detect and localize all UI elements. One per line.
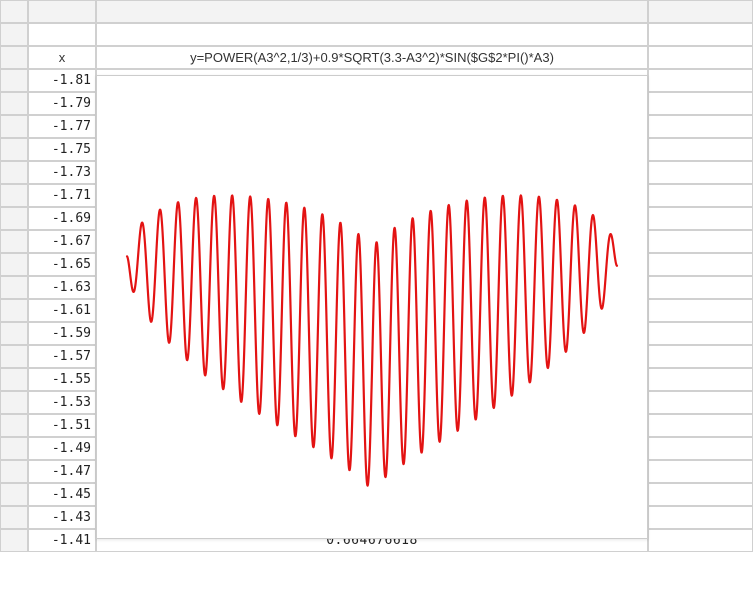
cell-extra[interactable] bbox=[648, 253, 753, 276]
col-header-b[interactable] bbox=[96, 0, 648, 23]
corner-cell[interactable] bbox=[0, 0, 28, 23]
header-extra[interactable] bbox=[648, 46, 753, 69]
cell-x[interactable]: -1.73 bbox=[28, 161, 96, 184]
row-header[interactable] bbox=[0, 253, 28, 276]
cell-extra[interactable] bbox=[648, 506, 753, 529]
row-header[interactable] bbox=[0, 230, 28, 253]
cell-blank-c[interactable] bbox=[648, 23, 753, 46]
heart-curve-chart bbox=[97, 76, 647, 538]
cell-x[interactable]: -1.79 bbox=[28, 92, 96, 115]
cell-x[interactable]: -1.75 bbox=[28, 138, 96, 161]
cell-extra[interactable] bbox=[648, 69, 753, 92]
cell-extra[interactable] bbox=[648, 299, 753, 322]
cell-x[interactable]: -1.45 bbox=[28, 483, 96, 506]
cell-extra[interactable] bbox=[648, 115, 753, 138]
cell-x[interactable]: -1.57 bbox=[28, 345, 96, 368]
cell-x[interactable]: -1.49 bbox=[28, 437, 96, 460]
cell-extra[interactable] bbox=[648, 138, 753, 161]
row-header[interactable] bbox=[0, 345, 28, 368]
cell-extra[interactable] bbox=[648, 414, 753, 437]
col-header-a[interactable] bbox=[28, 0, 96, 23]
row-header[interactable] bbox=[0, 184, 28, 207]
cell-extra[interactable] bbox=[648, 483, 753, 506]
row-header[interactable] bbox=[0, 69, 28, 92]
header-x[interactable]: x bbox=[28, 46, 96, 69]
cell-extra[interactable] bbox=[648, 368, 753, 391]
row-header[interactable] bbox=[0, 138, 28, 161]
cell-extra[interactable] bbox=[648, 529, 753, 552]
row-header[interactable] bbox=[0, 92, 28, 115]
cell-x[interactable]: -1.41 bbox=[28, 529, 96, 552]
cell-x[interactable]: -1.77 bbox=[28, 115, 96, 138]
cell-x[interactable]: -1.55 bbox=[28, 368, 96, 391]
cell-x[interactable]: -1.71 bbox=[28, 184, 96, 207]
col-header-c[interactable] bbox=[648, 0, 753, 23]
cell-extra[interactable] bbox=[648, 276, 753, 299]
cell-x[interactable]: -1.67 bbox=[28, 230, 96, 253]
row-header[interactable] bbox=[0, 437, 28, 460]
cell-x[interactable]: -1.53 bbox=[28, 391, 96, 414]
cell-x[interactable]: -1.59 bbox=[28, 322, 96, 345]
cell-extra[interactable] bbox=[648, 460, 753, 483]
row-header[interactable] bbox=[0, 115, 28, 138]
cell-extra[interactable] bbox=[648, 207, 753, 230]
row-header-2[interactable] bbox=[0, 46, 28, 69]
cell-x[interactable]: -1.61 bbox=[28, 299, 96, 322]
cell-x[interactable]: -1.81 bbox=[28, 69, 96, 92]
header-y-formula[interactable]: y=POWER(A3^2,1/3)+0.9*SQRT(3.3-A3^2)*SIN… bbox=[96, 46, 648, 69]
row-header[interactable] bbox=[0, 414, 28, 437]
row-header[interactable] bbox=[0, 322, 28, 345]
row-header[interactable] bbox=[0, 161, 28, 184]
row-header[interactable] bbox=[0, 368, 28, 391]
cell-extra[interactable] bbox=[648, 437, 753, 460]
row-header[interactable] bbox=[0, 391, 28, 414]
cell-x[interactable]: -1.69 bbox=[28, 207, 96, 230]
cell-blank-b[interactable] bbox=[96, 23, 648, 46]
row-header[interactable] bbox=[0, 506, 28, 529]
chart-line bbox=[127, 195, 617, 485]
row-header-blank[interactable] bbox=[0, 23, 28, 46]
cell-extra[interactable] bbox=[648, 322, 753, 345]
cell-extra[interactable] bbox=[648, 184, 753, 207]
row-header[interactable] bbox=[0, 207, 28, 230]
cell-x[interactable]: -1.43 bbox=[28, 506, 96, 529]
row-header[interactable] bbox=[0, 483, 28, 506]
cell-x[interactable]: -1.65 bbox=[28, 253, 96, 276]
cell-extra[interactable] bbox=[648, 92, 753, 115]
cell-extra[interactable] bbox=[648, 161, 753, 184]
cell-extra[interactable] bbox=[648, 391, 753, 414]
cell-x[interactable]: -1.51 bbox=[28, 414, 96, 437]
cell-x[interactable]: -1.47 bbox=[28, 460, 96, 483]
cell-x[interactable]: -1.63 bbox=[28, 276, 96, 299]
cell-blank-a[interactable] bbox=[28, 23, 96, 46]
row-header[interactable] bbox=[0, 276, 28, 299]
chart-container[interactable] bbox=[96, 75, 648, 539]
cell-extra[interactable] bbox=[648, 345, 753, 368]
row-header[interactable] bbox=[0, 529, 28, 552]
row-header[interactable] bbox=[0, 299, 28, 322]
cell-extra[interactable] bbox=[648, 230, 753, 253]
row-header[interactable] bbox=[0, 460, 28, 483]
